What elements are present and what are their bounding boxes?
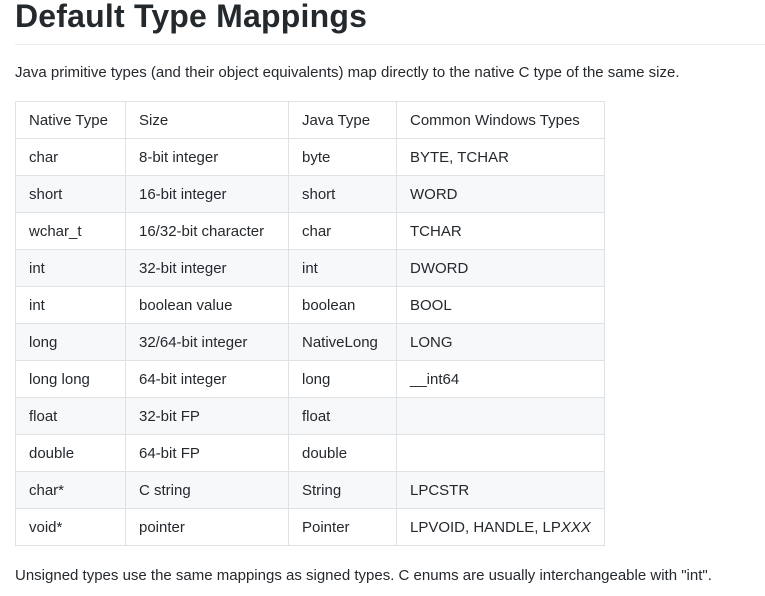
header-native-type: Native Type — [15, 101, 126, 139]
cell-windows-types-text: LPVOID, HANDLE, LP — [410, 518, 561, 536]
cell-native-type: wchar_t — [15, 212, 126, 250]
title-divider — [15, 44, 765, 45]
cell-native-type: char* — [15, 471, 126, 509]
table-row: long 32/64-bit integer NativeLong LONG — [15, 323, 605, 361]
header-java-type: Java Type — [288, 101, 397, 139]
cell-native-type: short — [15, 175, 126, 213]
table-row: int 32-bit integer int DWORD — [15, 249, 605, 287]
footer-paragraph: Unsigned types use the same mappings as … — [15, 567, 712, 584]
cell-windows-types-italic-suffix: XXX — [560, 518, 591, 536]
cell-java-type: NativeLong — [288, 323, 397, 361]
table-row: int boolean value boolean BOOL — [15, 286, 605, 324]
cell-java-type: float — [288, 397, 397, 435]
cell-windows-types: BOOL — [396, 286, 605, 324]
cell-windows-types: DWORD — [396, 249, 605, 287]
cell-java-type: int — [288, 249, 397, 287]
header-size: Size — [125, 101, 289, 139]
cell-java-type: String — [288, 471, 397, 509]
table-row: void* pointer Pointer LPVOID, HANDLE, LP… — [15, 508, 605, 546]
table-row: short 16-bit integer short WORD — [15, 175, 605, 213]
cell-size: boolean value — [125, 286, 289, 324]
cell-java-type: double — [288, 434, 397, 472]
cell-size: C string — [125, 471, 289, 509]
cell-size: 16/32-bit character — [125, 212, 289, 250]
type-mapping-table: Native Type Size Java Type Common Window… — [15, 101, 605, 546]
header-windows-types: Common Windows Types — [396, 101, 605, 139]
cell-size: pointer — [125, 508, 289, 546]
cell-java-type: long — [288, 360, 397, 398]
cell-native-type: int — [15, 286, 126, 324]
cell-native-type: char — [15, 138, 126, 176]
cell-windows-types: LONG — [396, 323, 605, 361]
cell-windows-types: LPCSTR — [396, 471, 605, 509]
cell-size: 32-bit integer — [125, 249, 289, 287]
cell-windows-types — [396, 434, 605, 472]
cell-native-type: double — [15, 434, 126, 472]
cell-size: 16-bit integer — [125, 175, 289, 213]
cell-windows-types: TCHAR — [396, 212, 605, 250]
cell-windows-types: __int64 — [396, 360, 605, 398]
cell-size: 32/64-bit integer — [125, 323, 289, 361]
table-row: double 64-bit FP double — [15, 434, 605, 472]
cell-java-type: boolean — [288, 286, 397, 324]
table-row: char 8-bit integer byte BYTE, TCHAR — [15, 138, 605, 176]
cell-windows-types: WORD — [396, 175, 605, 213]
table-row: long long 64-bit integer long __int64 — [15, 360, 605, 398]
cell-windows-types: LPVOID, HANDLE, LPXXX — [396, 508, 605, 546]
cell-native-type: int — [15, 249, 126, 287]
cell-java-type: char — [288, 212, 397, 250]
cell-size: 32-bit FP — [125, 397, 289, 435]
cell-size: 64-bit integer — [125, 360, 289, 398]
intro-paragraph: Java primitive types (and their object e… — [15, 64, 680, 81]
cell-windows-types — [396, 397, 605, 435]
table-row: float 32-bit FP float — [15, 397, 605, 435]
cell-size: 8-bit integer — [125, 138, 289, 176]
table-row: wchar_t 16/32-bit character char TCHAR — [15, 212, 605, 250]
cell-windows-types: BYTE, TCHAR — [396, 138, 605, 176]
cell-size: 64-bit FP — [125, 434, 289, 472]
cell-java-type: short — [288, 175, 397, 213]
cell-native-type: void* — [15, 508, 126, 546]
cell-java-type: Pointer — [288, 508, 397, 546]
cell-java-type: byte — [288, 138, 397, 176]
cell-native-type: float — [15, 397, 126, 435]
page-title: Default Type Mappings — [15, 0, 368, 34]
table-row: char* C string String LPCSTR — [15, 471, 605, 509]
table-header-row: Native Type Size Java Type Common Window… — [15, 101, 605, 139]
cell-native-type: long long — [15, 360, 126, 398]
page: Default Type Mappings Java primitive typ… — [0, 0, 765, 596]
cell-native-type: long — [15, 323, 126, 361]
